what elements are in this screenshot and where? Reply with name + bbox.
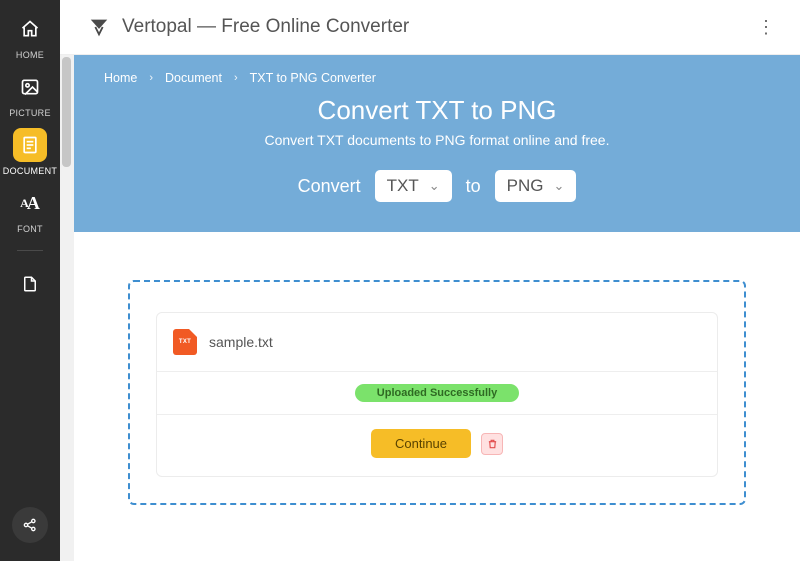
share-icon	[22, 517, 38, 533]
document-icon	[13, 128, 47, 162]
main-area: Vertopal — Free Online Converter ⋮ Home …	[60, 0, 800, 561]
sidebar-item-font[interactable]: AA FONT	[5, 186, 55, 234]
more-vertical-icon: ⋮	[757, 17, 775, 38]
scrollbar[interactable]	[60, 55, 74, 561]
sidebar-separator	[17, 250, 43, 251]
sidebar-item-picture[interactable]: PICTURE	[5, 70, 55, 118]
scrollbar-thumb[interactable]	[62, 57, 71, 167]
file-type-icon: TXT	[173, 329, 197, 355]
from-format-select[interactable]: TXT ⌄	[375, 170, 452, 202]
sidebar-item-label: HOME	[16, 50, 44, 60]
sidebar: HOME PICTURE DOCUMENT AA FONT	[0, 0, 60, 561]
chevron-right-icon: ›	[149, 72, 153, 84]
sidebar-item-file[interactable]	[5, 267, 55, 301]
dropzone[interactable]: TXT sample.txt Uploaded Successfully Con…	[128, 280, 746, 505]
sidebar-item-document[interactable]: DOCUMENT	[5, 128, 55, 176]
breadcrumb-item[interactable]: TXT to PNG Converter	[250, 71, 376, 85]
convert-label: Convert	[298, 176, 361, 197]
chevron-right-icon: ›	[234, 72, 238, 84]
status-badge: Uploaded Successfully	[355, 384, 519, 402]
font-icon: AA	[13, 186, 47, 220]
delete-button[interactable]	[481, 433, 503, 455]
file-badge: TXT	[179, 339, 191, 345]
picture-icon	[13, 70, 47, 104]
menu-button[interactable]: ⋮	[752, 13, 780, 41]
sidebar-item-home[interactable]: HOME	[5, 12, 55, 60]
breadcrumb-item[interactable]: Home	[104, 71, 137, 85]
convert-row: Convert TXT ⌄ to PNG ⌄	[104, 170, 770, 202]
continue-button[interactable]: Continue	[371, 429, 471, 458]
breadcrumb-item[interactable]: Document	[165, 71, 222, 85]
to-label: to	[466, 176, 481, 197]
to-format-select[interactable]: PNG ⌄	[495, 170, 577, 202]
page-subtitle: Convert TXT documents to PNG format onli…	[104, 132, 770, 148]
logo-icon	[88, 16, 110, 38]
chevron-down-icon: ⌄	[554, 178, 565, 194]
share-button[interactable]	[12, 507, 48, 543]
breadcrumb: Home › Document › TXT to PNG Converter	[104, 71, 770, 85]
file-icon	[13, 267, 47, 301]
to-format-value: PNG	[507, 176, 544, 196]
hero: Home › Document › TXT to PNG Converter C…	[74, 55, 800, 232]
content: Home › Document › TXT to PNG Converter C…	[74, 55, 800, 561]
trash-icon	[487, 438, 498, 450]
chevron-down-icon: ⌄	[429, 178, 440, 194]
file-name: sample.txt	[209, 334, 273, 350]
header: Vertopal — Free Online Converter ⋮	[60, 0, 800, 55]
scroll-area: Home › Document › TXT to PNG Converter C…	[60, 55, 800, 561]
sidebar-item-label: DOCUMENT	[3, 166, 57, 176]
body-area: TXT sample.txt Uploaded Successfully Con…	[74, 232, 800, 553]
page-title: Convert TXT to PNG	[104, 95, 770, 126]
file-card: TXT sample.txt Uploaded Successfully Con…	[156, 312, 718, 477]
home-icon	[13, 12, 47, 46]
from-format-value: TXT	[387, 176, 419, 196]
sidebar-item-label: PICTURE	[9, 108, 51, 118]
file-row: TXT sample.txt	[157, 313, 717, 371]
app-title: Vertopal — Free Online Converter	[122, 16, 409, 38]
action-row: Continue	[157, 415, 717, 476]
sidebar-item-label: FONT	[17, 224, 43, 234]
status-row: Uploaded Successfully	[157, 372, 717, 414]
